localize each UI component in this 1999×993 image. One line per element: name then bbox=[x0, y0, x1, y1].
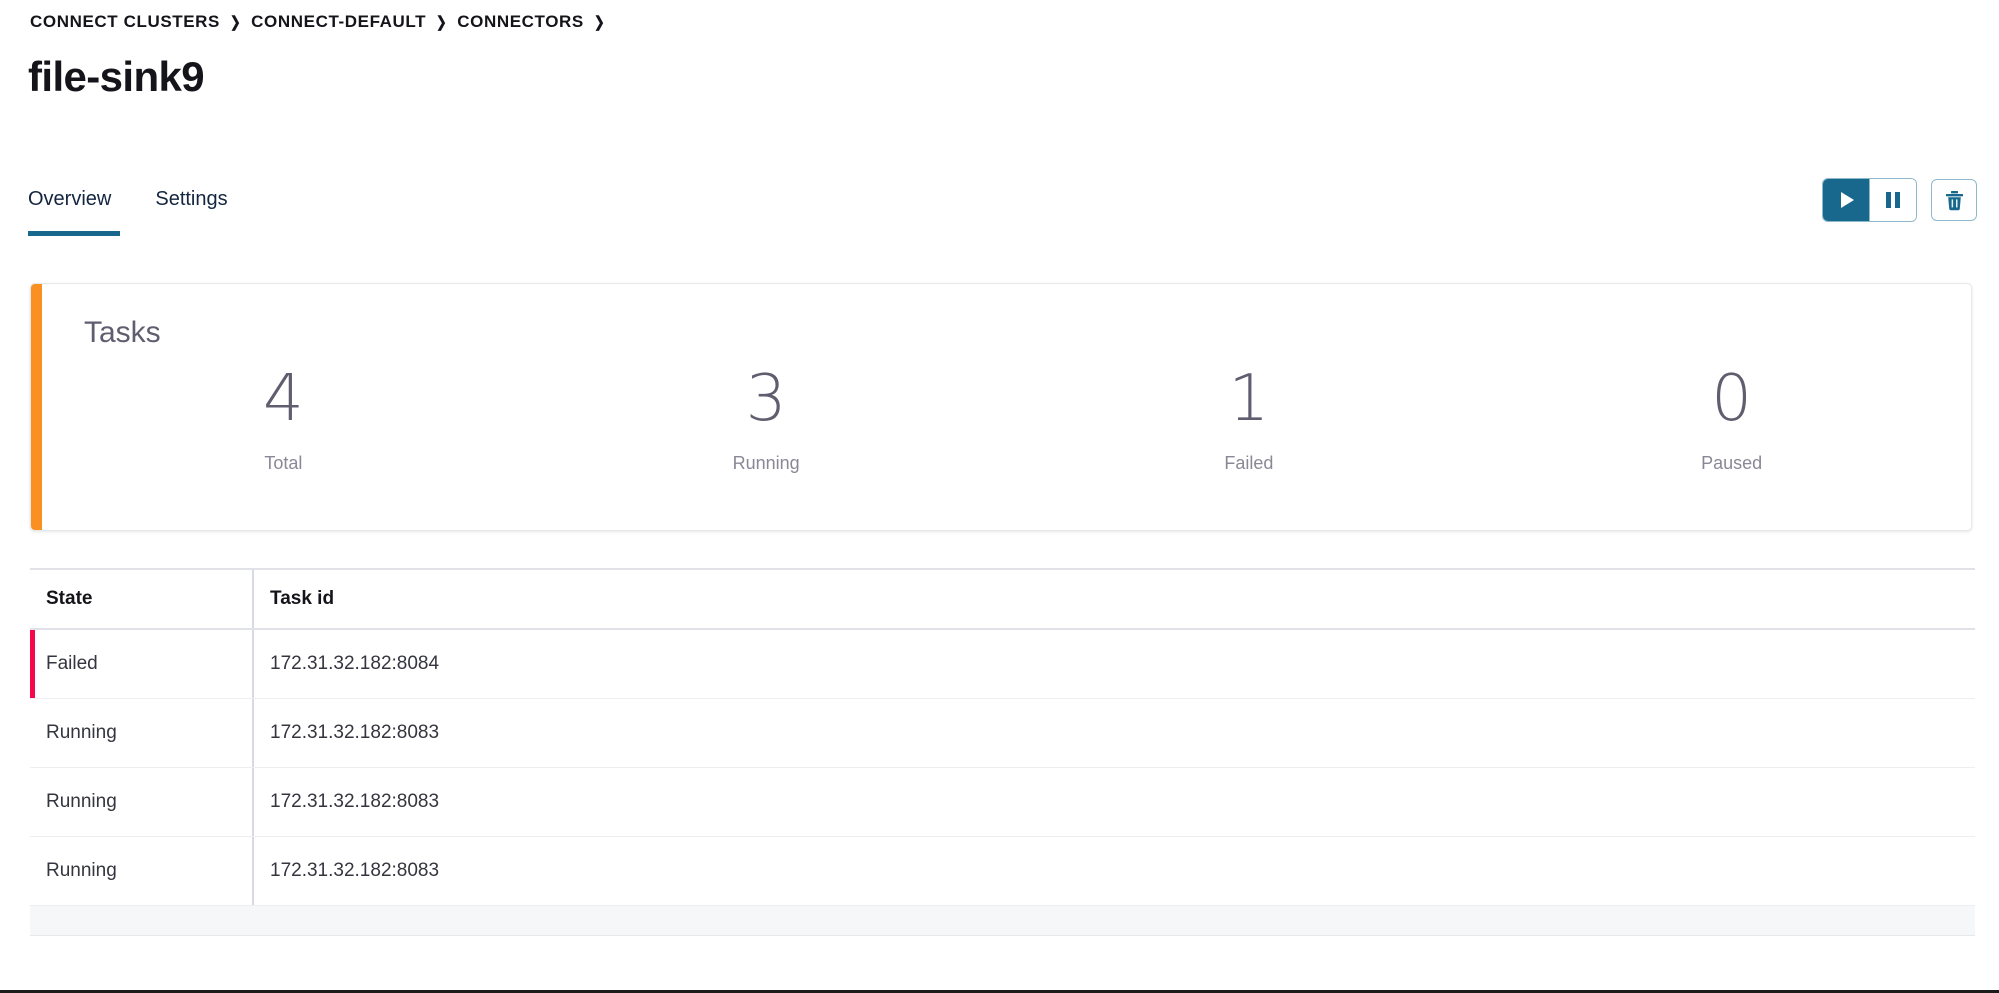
cell-task-id: 172.31.32.182:8083 bbox=[270, 791, 440, 812]
tasks-summary-card: Tasks 4 Total 3 Running 1 Failed 0 Pause… bbox=[30, 283, 1972, 531]
connector-detail-page: CONNECT CLUSTERS ❯ CONNECT-DEFAULT ❯ CON… bbox=[0, 0, 1999, 993]
breadcrumb-item-connectors[interactable]: CONNECTORS bbox=[457, 12, 584, 32]
active-tab-indicator bbox=[28, 231, 120, 236]
table-row[interactable]: Running 172.31.32.182:8083 bbox=[30, 699, 1975, 768]
stat-total-label: Total bbox=[264, 452, 303, 473]
chevron-right-icon: ❯ bbox=[593, 14, 606, 31]
resume-connector-button[interactable] bbox=[1823, 179, 1869, 221]
table-row[interactable]: Running 172.31.32.182:8083 bbox=[30, 768, 1975, 837]
tasks-table: State Task id Failed 172.31.32.182:8084 … bbox=[30, 568, 1975, 936]
cell-task-id: 172.31.32.182:8083 bbox=[270, 860, 440, 881]
page-title: file-sink9 bbox=[28, 53, 205, 100]
table-row[interactable]: Running 172.31.32.182:8083 bbox=[30, 837, 1975, 906]
chevron-right-icon: ❯ bbox=[229, 14, 242, 31]
stat-total-value: 4 bbox=[263, 362, 304, 436]
breadcrumb-item-connect-clusters[interactable]: CONNECT CLUSTERS bbox=[30, 12, 220, 32]
tasks-card-title: Tasks bbox=[84, 316, 161, 349]
play-icon bbox=[1841, 192, 1854, 208]
run-state-button-group bbox=[1822, 178, 1917, 222]
pause-icon bbox=[1886, 192, 1900, 208]
stat-failed-label: Failed bbox=[1224, 452, 1274, 473]
stat-paused-value: 0 bbox=[1711, 362, 1752, 436]
delete-connector-button[interactable] bbox=[1931, 179, 1977, 221]
stat-failed-value: 1 bbox=[1228, 362, 1270, 436]
cell-state: Running bbox=[30, 837, 254, 905]
tasks-stats: 4 Total 3 Running 1 Failed 0 Paused bbox=[42, 362, 1971, 474]
tab-track bbox=[28, 231, 1975, 236]
table-footer bbox=[30, 906, 1975, 936]
cell-state: Running bbox=[30, 768, 254, 836]
cell-task-id: 172.31.32.182:8083 bbox=[270, 722, 440, 743]
cell-state: Running bbox=[30, 699, 254, 767]
table-header-row: State Task id bbox=[30, 568, 1975, 630]
table-row[interactable]: Failed 172.31.32.182:8084 bbox=[30, 630, 1975, 699]
card-accent-bar bbox=[31, 284, 42, 530]
connector-actions bbox=[1822, 178, 1977, 222]
row-status-accent bbox=[30, 630, 35, 698]
chevron-right-icon: ❯ bbox=[436, 14, 448, 31]
stat-paused-label: Paused bbox=[1701, 452, 1763, 473]
stat-paused: 0 Paused bbox=[1490, 362, 1971, 474]
breadcrumb-item-connect-default[interactable]: CONNECT-DEFAULT bbox=[251, 12, 426, 32]
tab-settings[interactable]: Settings bbox=[155, 188, 227, 227]
stat-running-value: 3 bbox=[745, 362, 787, 436]
trash-icon bbox=[1945, 190, 1963, 210]
column-header-task-id[interactable]: Task id bbox=[254, 570, 1975, 628]
stat-running-label: Running bbox=[732, 452, 800, 473]
stat-total: 4 Total bbox=[42, 362, 525, 474]
tab-overview[interactable]: Overview bbox=[28, 188, 111, 227]
breadcrumb: CONNECT CLUSTERS ❯ CONNECT-DEFAULT ❯ CON… bbox=[30, 12, 615, 32]
tab-bar: Overview Settings bbox=[0, 188, 1999, 240]
column-header-state[interactable]: State bbox=[30, 570, 254, 628]
pause-connector-button[interactable] bbox=[1870, 179, 1916, 221]
stat-running: 3 Running bbox=[525, 362, 1008, 474]
cell-task-id: 172.31.32.182:8084 bbox=[270, 653, 440, 674]
stat-failed: 1 Failed bbox=[1008, 362, 1491, 474]
cell-state: Failed bbox=[30, 630, 254, 698]
